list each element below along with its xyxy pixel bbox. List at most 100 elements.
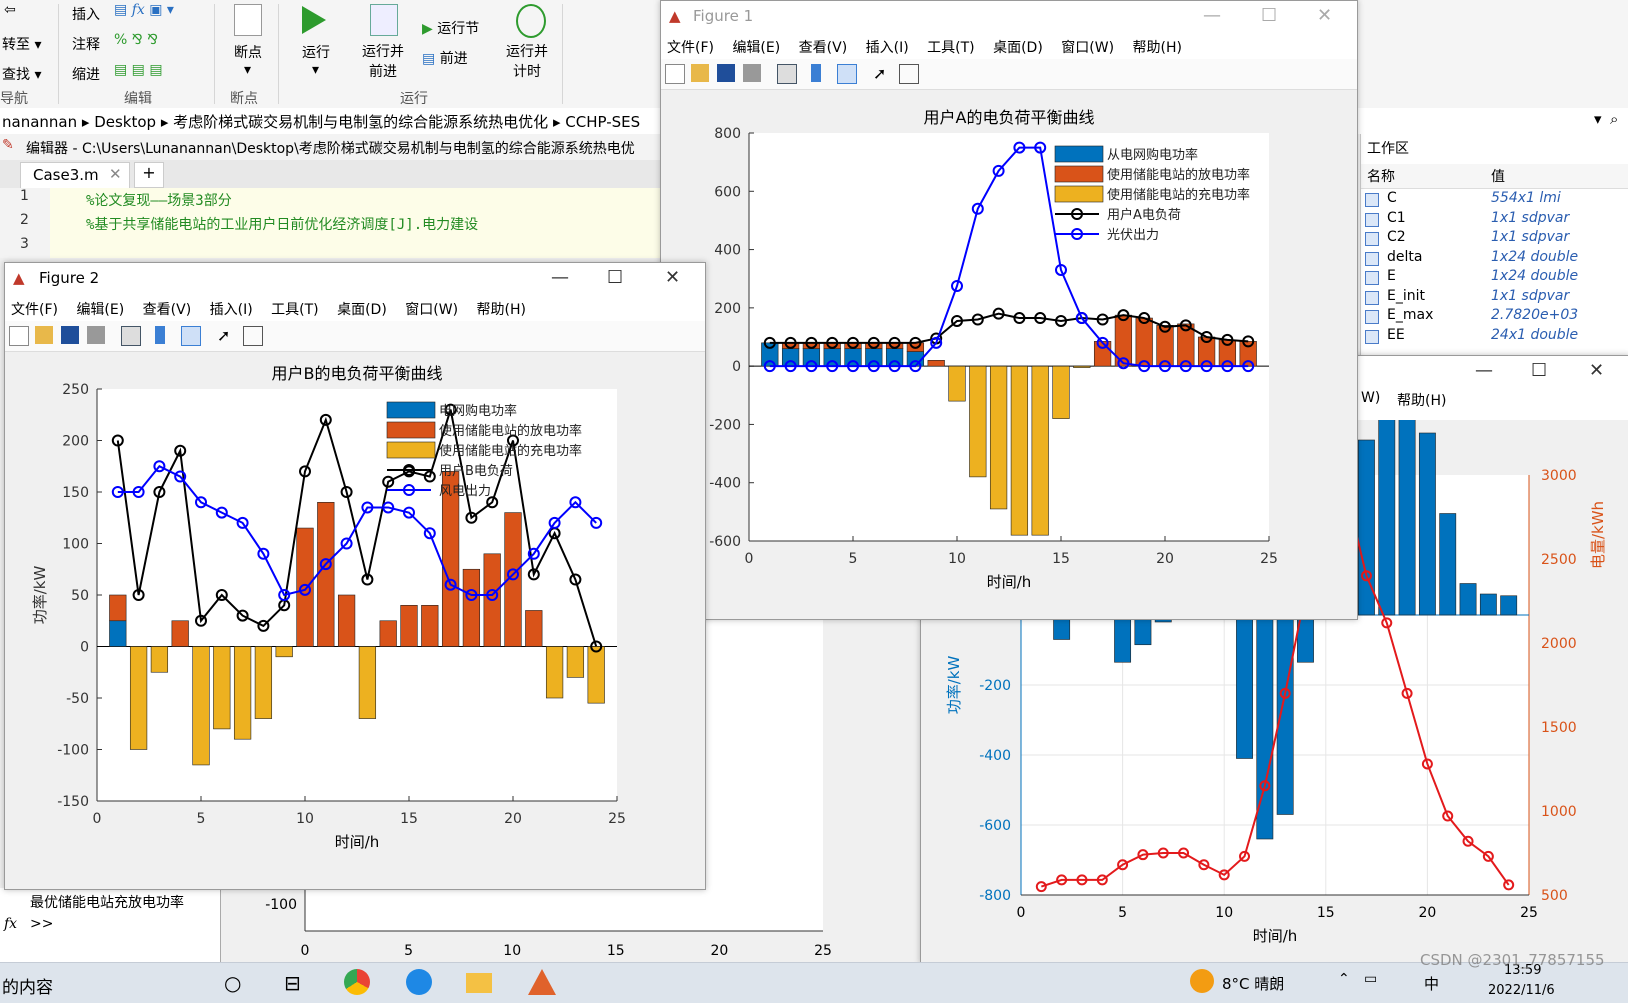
insert-icons[interactable]: ▤ fx ▣ ▾ — [114, 2, 174, 18]
menu-help[interactable]: 帮助(H) — [1397, 390, 1446, 410]
battery-icon[interactable]: ▭ — [1364, 971, 1377, 987]
chevron-down-icon[interactable]: ▾ — [1594, 110, 1602, 128]
run-icon[interactable] — [302, 6, 326, 34]
breakpoints-button[interactable]: 断点 — [234, 42, 262, 62]
comment-button[interactable]: 注释 — [72, 34, 100, 54]
menu-view[interactable]: 查看(V) — [799, 40, 848, 56]
save-icon[interactable] — [717, 64, 735, 82]
close-icon[interactable]: ✕ — [109, 165, 122, 183]
menu-file[interactable]: 文件(F) — [11, 302, 58, 318]
link-plot-icon[interactable] — [777, 64, 797, 84]
menu-insert[interactable]: 插入(I) — [866, 40, 909, 56]
print-icon[interactable] — [743, 64, 761, 82]
goto-button[interactable]: 转至 ▾ — [2, 34, 41, 54]
breadcrumb-item[interactable]: Desktop — [94, 113, 156, 131]
maximize-icon[interactable]: ☐ — [1261, 5, 1277, 26]
tab-case3[interactable]: Case3.m ✕ — [20, 162, 130, 189]
run-button[interactable]: 运行 — [302, 42, 330, 62]
weather-text[interactable]: 8°C 晴朗 — [1222, 973, 1284, 994]
minimize-icon[interactable]: — — [1475, 360, 1493, 381]
code-editor[interactable]: 1 2 3 %论文复现——场景3部分 %基于共享储能电站的工业用户日前优化经济调… — [0, 188, 660, 258]
clock-date[interactable]: 2022/11/6 — [1488, 983, 1555, 998]
menu-window[interactable]: 窗口(W) — [405, 302, 458, 318]
link-plot-icon[interactable] — [121, 326, 141, 346]
run-advance-button[interactable]: 运行并 前进 — [362, 42, 404, 82]
workspace-row[interactable]: delta 1x24 double — [1361, 249, 1628, 269]
menu-edit[interactable]: 编辑(E) — [732, 40, 780, 56]
figure1-window[interactable]: ▲ Figure 1 — ☐ ✕ 文件(F) 编辑(E) 查看(V) 插入(I)… — [660, 0, 1358, 620]
run-time-icon[interactable] — [516, 4, 546, 38]
menu-window[interactable]: 窗口(W) — [1061, 40, 1114, 56]
workspace-row[interactable]: EE 24x1 double — [1361, 327, 1628, 347]
task-view-icon[interactable]: ○ — [224, 971, 241, 995]
folder-icon[interactable] — [466, 973, 492, 993]
taskbar-search[interactable]: 的内容 — [2, 973, 53, 998]
colorbar-icon[interactable] — [155, 326, 165, 344]
indent-button[interactable]: 缩进 — [72, 64, 100, 84]
back-arrow-icon[interactable]: ⇦ — [4, 2, 16, 18]
chevron-up-icon[interactable]: ⌃ — [1338, 971, 1350, 987]
colorbar-icon[interactable] — [811, 64, 821, 82]
legend-icon[interactable] — [837, 64, 857, 84]
widgets-icon[interactable]: ⊟ — [284, 971, 301, 995]
ime-indicator[interactable]: 中 — [1424, 973, 1439, 994]
close-icon[interactable]: ✕ — [1589, 360, 1604, 381]
legend-icon[interactable] — [181, 326, 201, 346]
advance-button[interactable]: ▤ 前进 — [422, 48, 468, 68]
maximize-icon[interactable]: ☐ — [1531, 360, 1547, 381]
col-name[interactable]: 名称 — [1367, 166, 1395, 186]
run-time-button[interactable]: 运行并 计时 — [506, 42, 548, 82]
edge-icon[interactable] — [406, 969, 432, 995]
code-line[interactable]: %基于共享储能电站的工业用户日前优化经济调度[J].电力建设 — [86, 214, 478, 234]
pointer-icon[interactable]: ➚ — [873, 64, 891, 83]
close-icon[interactable]: ✕ — [665, 267, 680, 288]
property-inspector-icon[interactable] — [899, 64, 919, 84]
open-folder-icon[interactable] — [35, 326, 53, 344]
workspace-row[interactable]: C1 1x1 sdpvar — [1361, 210, 1628, 230]
menu-file[interactable]: 文件(F) — [667, 40, 714, 56]
code-line[interactable]: %论文复现——场景3部分 — [86, 190, 232, 210]
open-folder-icon[interactable] — [691, 64, 709, 82]
matlab-icon[interactable] — [528, 969, 556, 995]
minimize-icon[interactable]: — — [551, 267, 569, 288]
workspace-row[interactable]: C 554x1 lmi — [1361, 190, 1628, 210]
chevron-down-icon[interactable]: ▾ — [244, 62, 251, 78]
col-value[interactable]: 值 — [1491, 166, 1505, 186]
search-icon[interactable]: ⌕ — [1610, 110, 1618, 128]
figure2-window[interactable]: ▲ Figure 2 — ☐ ✕ 文件(F) 编辑(E) 查看(V) 插入(I)… — [4, 262, 706, 890]
run-section-button[interactable]: ▶ 运行节 — [422, 18, 479, 38]
workspace-row[interactable]: C2 1x1 sdpvar — [1361, 229, 1628, 249]
breadcrumb-item[interactable]: CCHP-SES — [565, 113, 640, 131]
print-icon[interactable] — [87, 326, 105, 344]
chrome-icon[interactable] — [344, 969, 370, 995]
new-figure-icon[interactable] — [665, 64, 685, 84]
menu-tools[interactable]: 工具(T) — [927, 40, 974, 56]
insert-button[interactable]: 插入 — [72, 4, 100, 24]
command-window[interactable]: 最优储能电站充放电功率 fx >> — [0, 888, 220, 962]
menu-tools[interactable]: 工具(T) — [271, 302, 318, 318]
save-icon[interactable] — [61, 326, 79, 344]
breadcrumb-item[interactable]: nanannan — [2, 113, 77, 131]
chevron-down-icon[interactable]: ▾ — [312, 62, 319, 78]
workspace-row[interactable]: E 1x24 double — [1361, 268, 1628, 288]
new-figure-icon[interactable] — [9, 326, 29, 346]
menu-desktop[interactable]: 桌面(D) — [993, 40, 1043, 56]
menu-desktop[interactable]: 桌面(D) — [337, 302, 387, 318]
command-prompt[interactable]: >> — [30, 916, 53, 932]
maximize-icon[interactable]: ☐ — [607, 267, 623, 288]
comment-icons[interactable]: % ⅋ ⅋ — [114, 32, 158, 48]
run-advance-icon[interactable] — [370, 4, 398, 36]
menu-view[interactable]: 查看(V) — [143, 302, 192, 318]
indent-icons[interactable]: ▤ ▤ ▤ — [114, 62, 163, 78]
workspace-row[interactable]: E_max 2.7820e+03 — [1361, 307, 1628, 327]
menu-help[interactable]: 帮助(H) — [1133, 40, 1182, 56]
close-icon[interactable]: ✕ — [1317, 5, 1332, 26]
menu-help[interactable]: 帮助(H) — [477, 302, 526, 318]
menu-window[interactable]: W) — [1361, 390, 1380, 406]
menu-edit[interactable]: 编辑(E) — [76, 302, 124, 318]
property-inspector-icon[interactable] — [243, 326, 263, 346]
pointer-icon[interactable]: ➚ — [217, 326, 235, 345]
workspace-row[interactable]: E_init 1x1 sdpvar — [1361, 288, 1628, 308]
breakpoint-icon[interactable] — [234, 4, 262, 36]
find-button[interactable]: 查找 ▾ — [2, 64, 41, 84]
